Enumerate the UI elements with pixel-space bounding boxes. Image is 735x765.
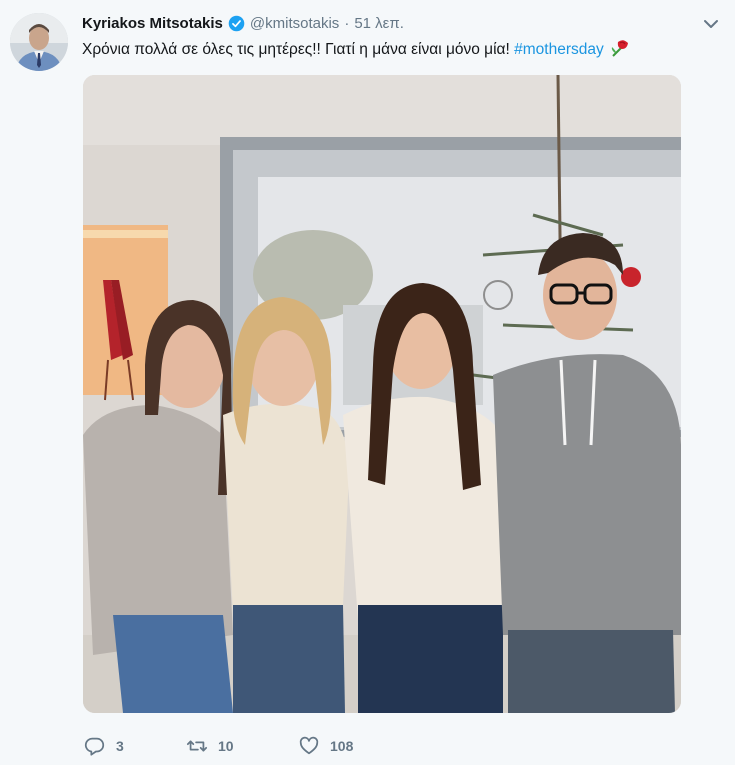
separator-dot: · xyxy=(344,14,350,32)
avatar[interactable] xyxy=(10,13,68,71)
reply-icon xyxy=(84,737,105,756)
tweet[interactable]: Kyriakos Mitsotakis @kmitsotakis · 51 λε… xyxy=(0,0,735,765)
author-handle[interactable]: @kmitsotakis xyxy=(250,15,339,32)
retweet-count: 10 xyxy=(218,738,234,754)
heart-icon xyxy=(299,736,319,755)
verified-badge-icon xyxy=(228,15,245,31)
tweet-body: Χρόνια πολλά σε όλες τις μητέρες!! Γιατί… xyxy=(82,41,515,58)
tweet-photo[interactable] xyxy=(83,75,681,713)
retweet-button[interactable]: 10 xyxy=(186,735,298,757)
timestamp[interactable]: 51 λεπ. xyxy=(354,15,404,32)
rose-emoji xyxy=(611,40,629,57)
family-photo xyxy=(83,75,681,713)
avatar-image xyxy=(10,13,68,71)
tweet-text: Χρόνια πολλά σε όλες τις μητέρες!! Γιατί… xyxy=(82,38,722,61)
author-name[interactable]: Kyriakos Mitsotakis xyxy=(82,15,223,32)
chevron-down-icon[interactable] xyxy=(702,15,720,33)
hashtag-link[interactable]: #mothersday xyxy=(514,41,604,58)
like-count: 108 xyxy=(330,738,354,754)
tweet-header: Kyriakos Mitsotakis @kmitsotakis · 51 λε… xyxy=(82,12,404,34)
like-button[interactable]: 108 xyxy=(298,735,353,757)
reply-button[interactable]: 3 xyxy=(84,735,186,757)
reply-count: 3 xyxy=(116,738,124,754)
retweet-icon xyxy=(186,740,208,752)
tweet-actions: 3 10 108 xyxy=(84,733,353,759)
